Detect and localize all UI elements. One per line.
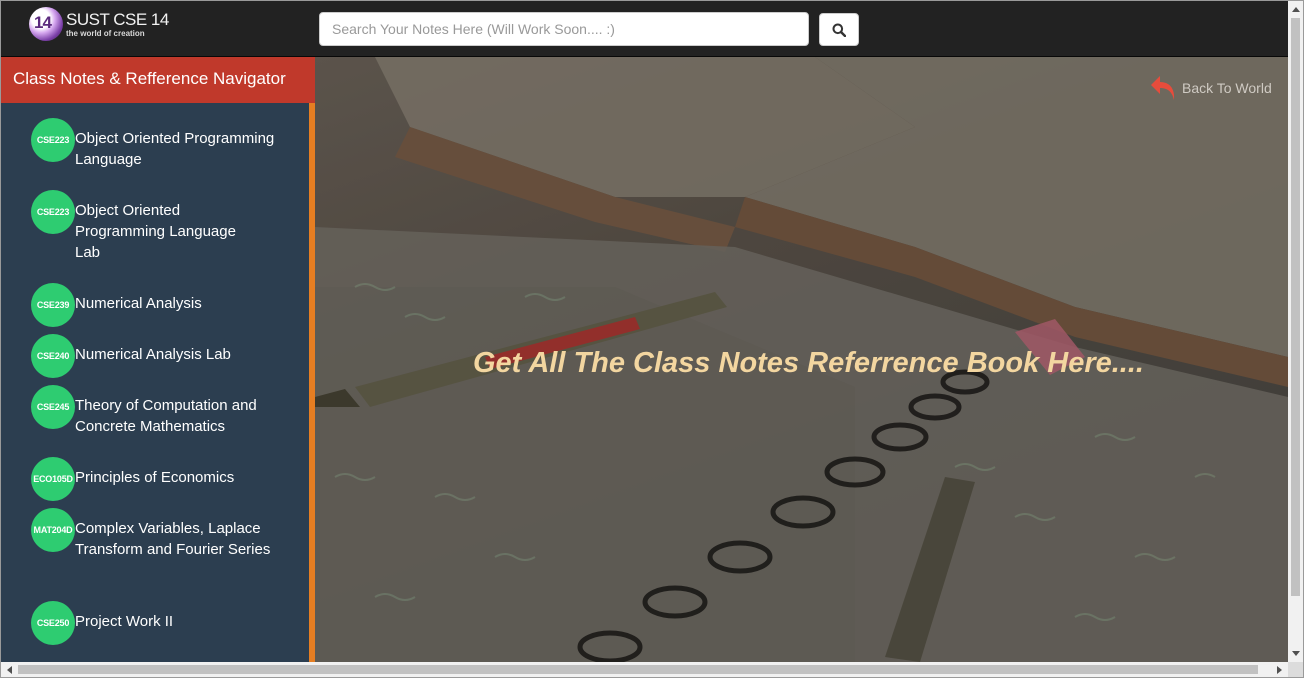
- course-name[interactable]: Theory of Computation and Concrete Mathe…: [75, 395, 275, 437]
- logo-mark-text: 14: [34, 13, 52, 32]
- course-item[interactable]: CSE223 Object Oriented Programming Langu…: [31, 118, 275, 170]
- back-to-world-link[interactable]: Back To World: [1150, 74, 1272, 102]
- vertical-scroll-thumb[interactable]: [1291, 18, 1300, 596]
- course-code-badge: CSE223: [31, 118, 75, 162]
- course-code-badge: CSE250: [31, 601, 75, 645]
- site-logo[interactable]: 14 SUST CSE 14 the world of creation: [29, 7, 169, 41]
- course-name[interactable]: Principles of Economics: [75, 467, 275, 488]
- course-code-badge: MAT204D: [31, 508, 75, 552]
- logo-subtitle: the world of creation: [66, 29, 145, 38]
- course-name[interactable]: Object Oriented Programming Language Lab: [75, 200, 245, 263]
- course-item[interactable]: CSE239 Numerical Analysis: [31, 283, 275, 327]
- back-to-world-label: Back To World: [1182, 80, 1272, 96]
- course-code-badge: ECO105D: [31, 457, 75, 501]
- course-name[interactable]: Object Oriented Programming Language: [75, 128, 275, 170]
- vertical-scrollbar[interactable]: [1288, 1, 1303, 662]
- scroll-right-arrow-icon[interactable]: [1277, 666, 1282, 674]
- logo-title: SUST CSE 14: [66, 10, 169, 29]
- course-item[interactable]: ECO105D Principles of Economics: [31, 457, 275, 501]
- search-button[interactable]: [819, 13, 859, 46]
- horizontal-scrollbar[interactable]: [1, 662, 1288, 677]
- course-name[interactable]: Numerical Analysis Lab: [75, 344, 275, 365]
- scrollbar-corner: [1288, 662, 1303, 677]
- course-item[interactable]: MAT204D Complex Variables, Laplace Trans…: [31, 508, 275, 560]
- reply-arrow-icon: [1151, 76, 1175, 100]
- horizontal-scroll-thumb[interactable]: [18, 665, 1258, 674]
- sidebar-title: Class Notes & Refference Navigator: [1, 57, 315, 103]
- course-name[interactable]: Numerical Analysis: [75, 293, 275, 314]
- course-code-badge: CSE239: [31, 283, 75, 327]
- course-name[interactable]: Project Work II: [75, 611, 275, 632]
- course-code-badge: CSE240: [31, 334, 75, 378]
- scroll-left-arrow-icon[interactable]: [7, 666, 12, 674]
- course-code-badge: CSE245: [31, 385, 75, 429]
- search-icon: [832, 23, 846, 37]
- search-input[interactable]: [319, 12, 809, 46]
- hero-banner: Back To World Get All The Class Notes Re…: [315, 57, 1288, 662]
- scroll-down-arrow-icon[interactable]: [1292, 651, 1300, 656]
- scroll-up-arrow-icon[interactable]: [1292, 7, 1300, 12]
- top-navbar: 14 SUST CSE 14 the world of creation: [1, 1, 1288, 57]
- course-code-badge: CSE223: [31, 190, 75, 234]
- course-item[interactable]: CSE223 Object Oriented Programming Langu…: [31, 190, 245, 263]
- browser-viewport: 14 SUST CSE 14 the world of creation Cla…: [0, 0, 1304, 678]
- course-name[interactable]: Complex Variables, Laplace Transform and…: [75, 518, 275, 560]
- course-item[interactable]: CSE245 Theory of Computation and Concret…: [31, 385, 275, 437]
- course-item[interactable]: CSE240 Numerical Analysis Lab: [31, 334, 275, 378]
- logo-mark: 14: [29, 7, 63, 41]
- hero-headline: Get All The Class Notes Referrence Book …: [473, 347, 1144, 379]
- course-item[interactable]: CSE250 Project Work II: [31, 601, 275, 645]
